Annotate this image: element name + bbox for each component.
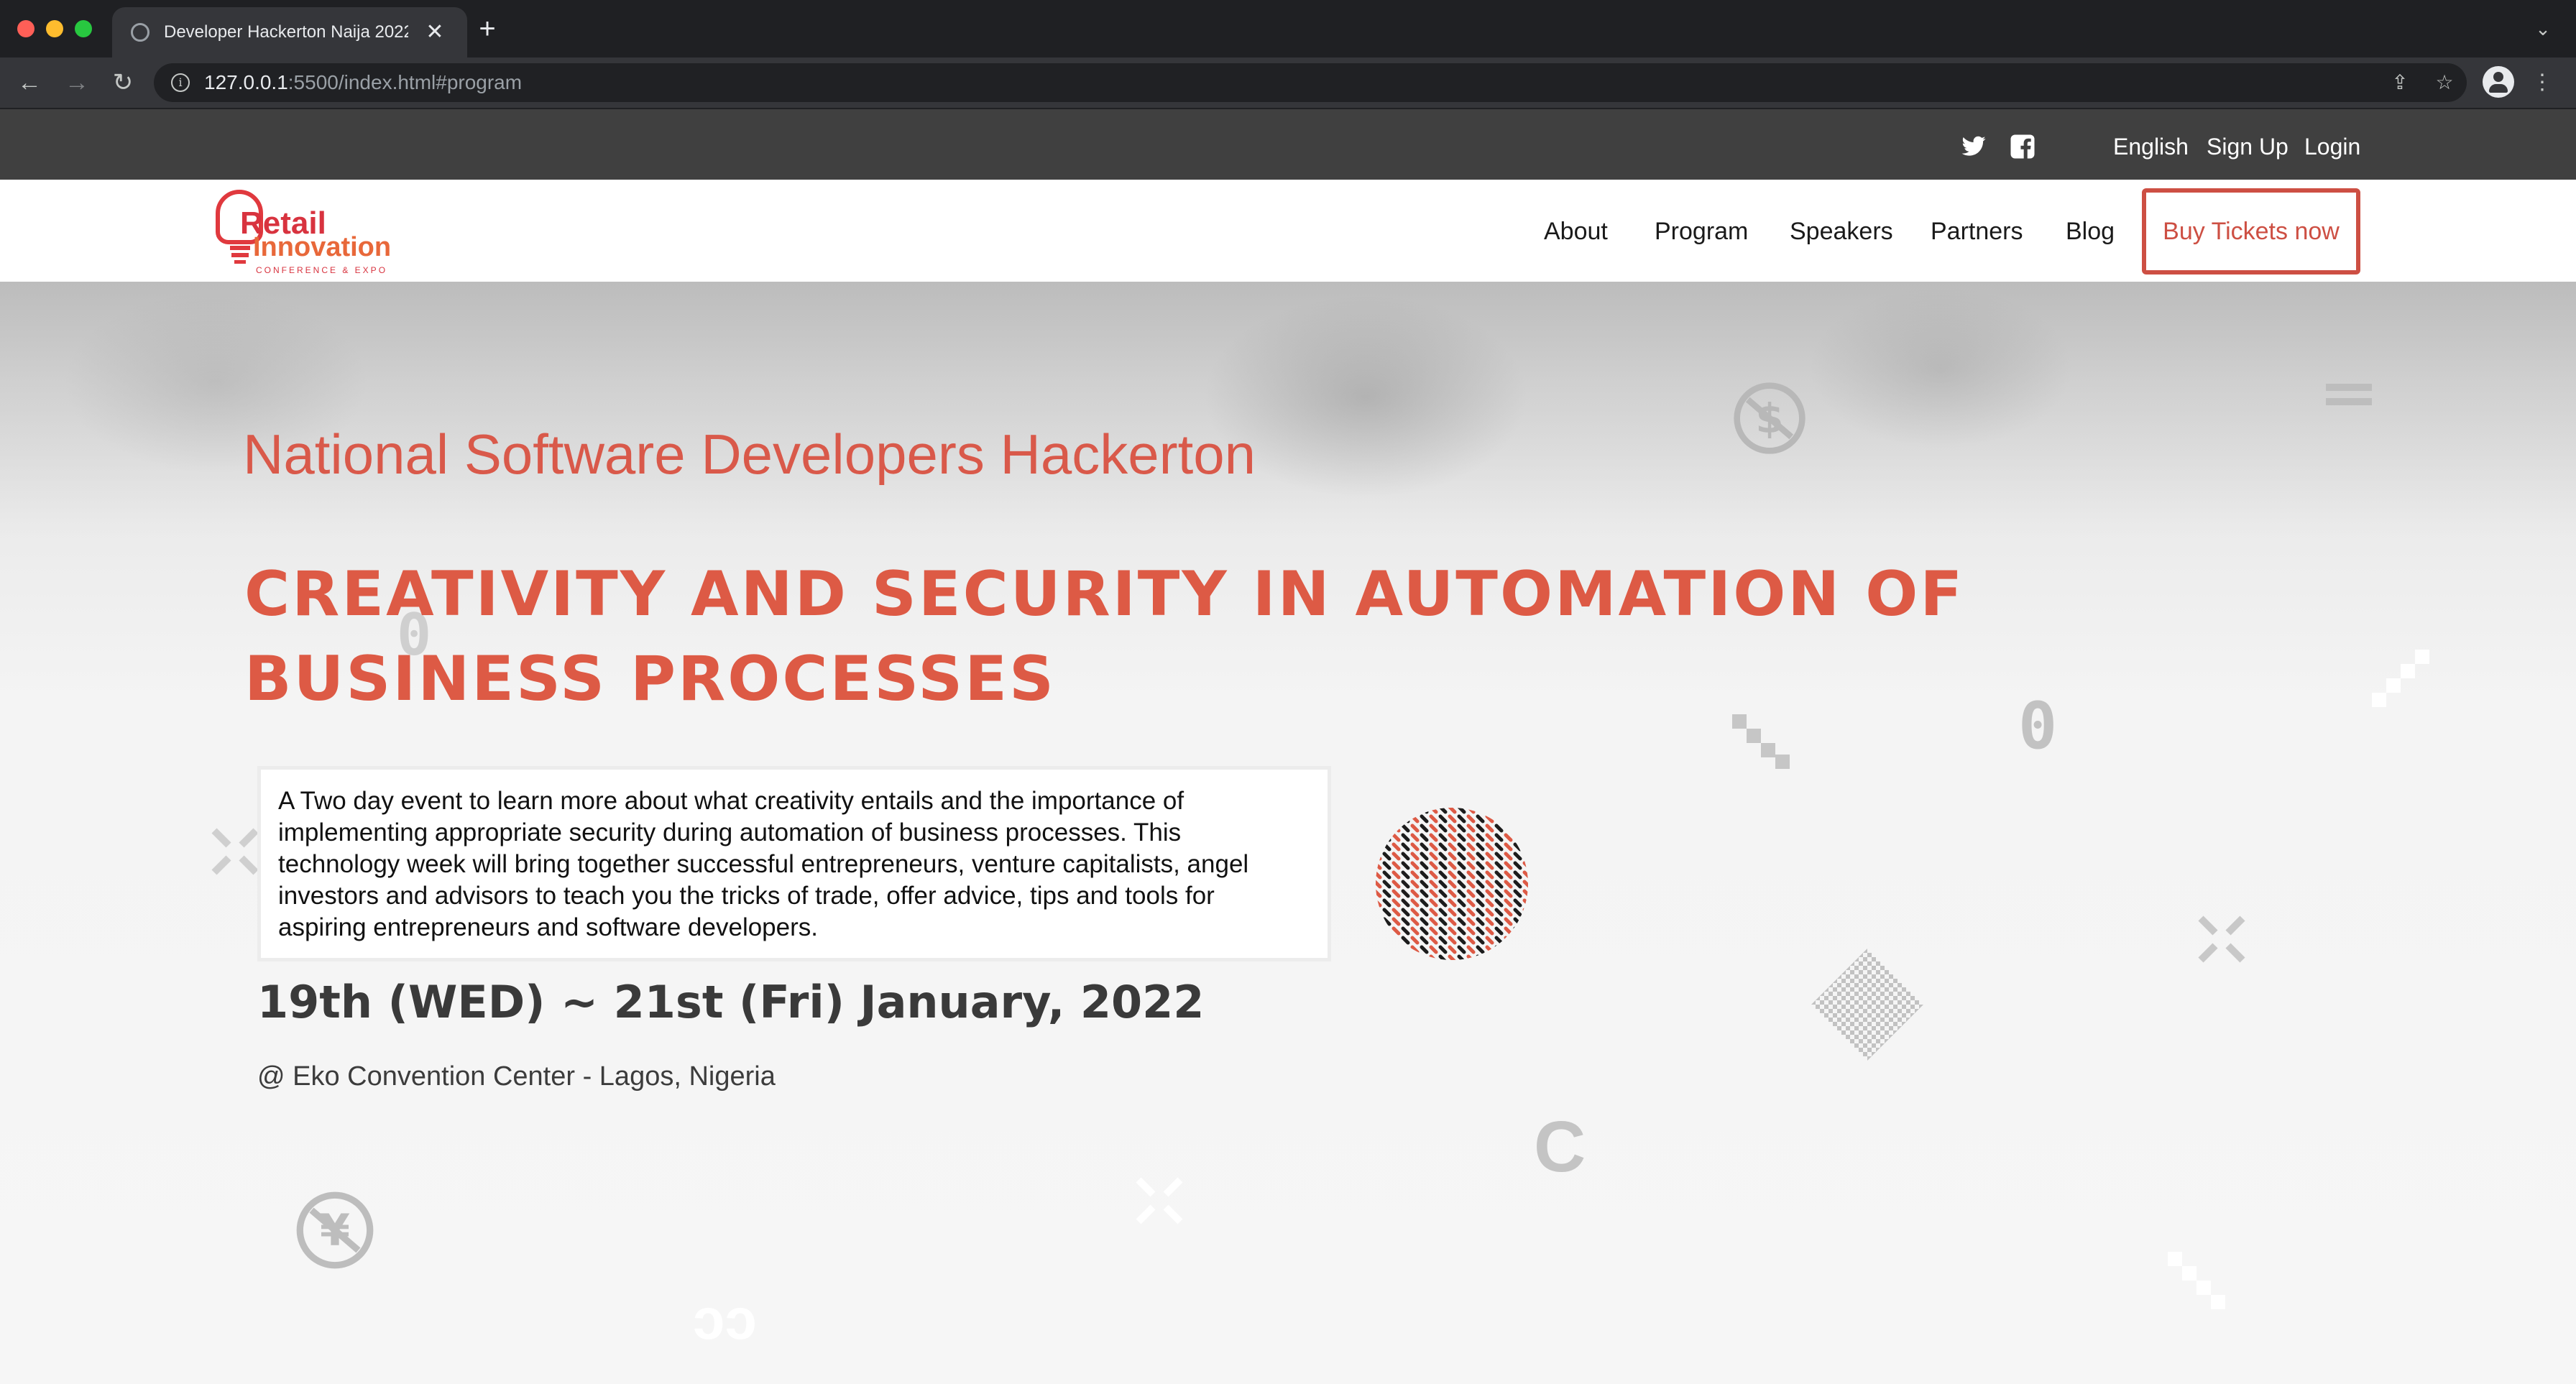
bookmark-star-icon[interactable]: ☆ [2431, 69, 2458, 96]
hero-title: CREATIVITY AND SECURITY IN AUTOMATION OF… [244, 558, 1965, 715]
profile-icon[interactable] [2483, 66, 2514, 98]
hero-section: $ ¥ 0 0 C ↄↄ National Software [0, 282, 2576, 1384]
close-window-button[interactable] [17, 20, 34, 37]
dollar-coin-icon: $ [1734, 382, 1806, 454]
x-mark-icon [211, 828, 259, 875]
hero-background-photo [0, 282, 2576, 540]
url-host: 127.0.0.1 [204, 71, 288, 93]
pixel-steps-icon [2372, 650, 2429, 707]
login-link[interactable]: Login [2304, 129, 2360, 164]
minimize-window-button[interactable] [46, 20, 63, 37]
main-navbar: Retail Innovation CONFERENCE & EXPO Abou… [0, 180, 2576, 282]
forward-arrow-icon[interactable]: → [60, 66, 93, 99]
back-arrow-icon[interactable]: ← [13, 66, 46, 99]
url-path: :5500/index.html#program [288, 71, 523, 93]
site-top-bar: English Sign Up Login [0, 109, 2576, 180]
language-selector[interactable]: English [2113, 129, 2189, 164]
chevron-down-icon[interactable]: ⌄ [2530, 16, 2556, 42]
copyright-c-icon: C [1534, 1107, 1586, 1187]
new-tab-button[interactable]: + [472, 13, 503, 45]
facebook-icon[interactable] [2010, 134, 2036, 160]
event-description-box: A Two day event to learn more about what… [257, 766, 1331, 961]
x-mark-icon [2198, 915, 2245, 963]
tab-title: Developer Hackerton Naija 2022 [164, 22, 408, 42]
nav-item-about[interactable]: About [1544, 211, 1608, 252]
nav-item-program[interactable]: Program [1655, 211, 1748, 252]
nav-item-speakers[interactable]: Speakers [1790, 211, 1893, 252]
yen-coin-icon: ¥ [296, 1191, 374, 1269]
nav-item-partners[interactable]: Partners [1931, 211, 2023, 252]
cc-glyph-icon: ↄↄ [693, 1287, 757, 1351]
logo-tagline: CONFERENCE & EXPO [256, 265, 388, 275]
equals-icon [2326, 384, 2372, 405]
pixel-steps-icon [1732, 714, 1790, 769]
browser-tab-bar: Developer Hackerton Naija 2022 ✕ + ⌄ [0, 0, 2576, 57]
logo-text-innovation: Innovation [253, 232, 392, 262]
info-icon[interactable]: i [171, 73, 190, 92]
site-logo[interactable]: Retail Innovation CONFERENCE & EXPO [213, 184, 392, 280]
event-description: A Two day event to learn more about what… [278, 787, 1249, 941]
x-mark-icon [1136, 1177, 1183, 1224]
share-icon[interactable]: ⇪ [2386, 69, 2414, 96]
nav-item-blog[interactable]: Blog [2066, 211, 2115, 252]
url-text[interactable]: 127.0.0.1:5500/index.html#program [204, 70, 522, 96]
globe-icon [131, 23, 150, 42]
buy-tickets-button[interactable]: Buy Tickets now [2142, 188, 2360, 275]
checker-diamond [1811, 949, 1923, 1061]
browser-tab[interactable]: Developer Hackerton Naija 2022 ✕ [112, 7, 467, 57]
pixel-steps-icon [2168, 1252, 2225, 1309]
dot-pattern-circle [1376, 808, 1528, 960]
twitter-icon[interactable] [1961, 134, 1987, 160]
signup-link[interactable]: Sign Up [2207, 129, 2288, 164]
event-venue: @ Eko Convention Center - Lagos, Nigeria [257, 1061, 776, 1092]
event-date: 19th (WED) ~ 21st (Fri) January, 2022 [257, 976, 1205, 1028]
maximize-window-button[interactable] [75, 20, 92, 37]
tab-close-button[interactable]: ✕ [421, 19, 448, 46]
address-bar[interactable]: i 127.0.0.1:5500/index.html#program ⇪ ☆ [154, 63, 2467, 102]
browser-toolbar: ← → ↻ i 127.0.0.1:5500/index.html#progra… [0, 57, 2576, 109]
more-menu-icon[interactable]: ⋮ [2531, 66, 2553, 99]
reload-icon[interactable]: ↻ [106, 66, 139, 99]
hero-subtitle: National Software Developers Hackerton [243, 423, 1256, 486]
